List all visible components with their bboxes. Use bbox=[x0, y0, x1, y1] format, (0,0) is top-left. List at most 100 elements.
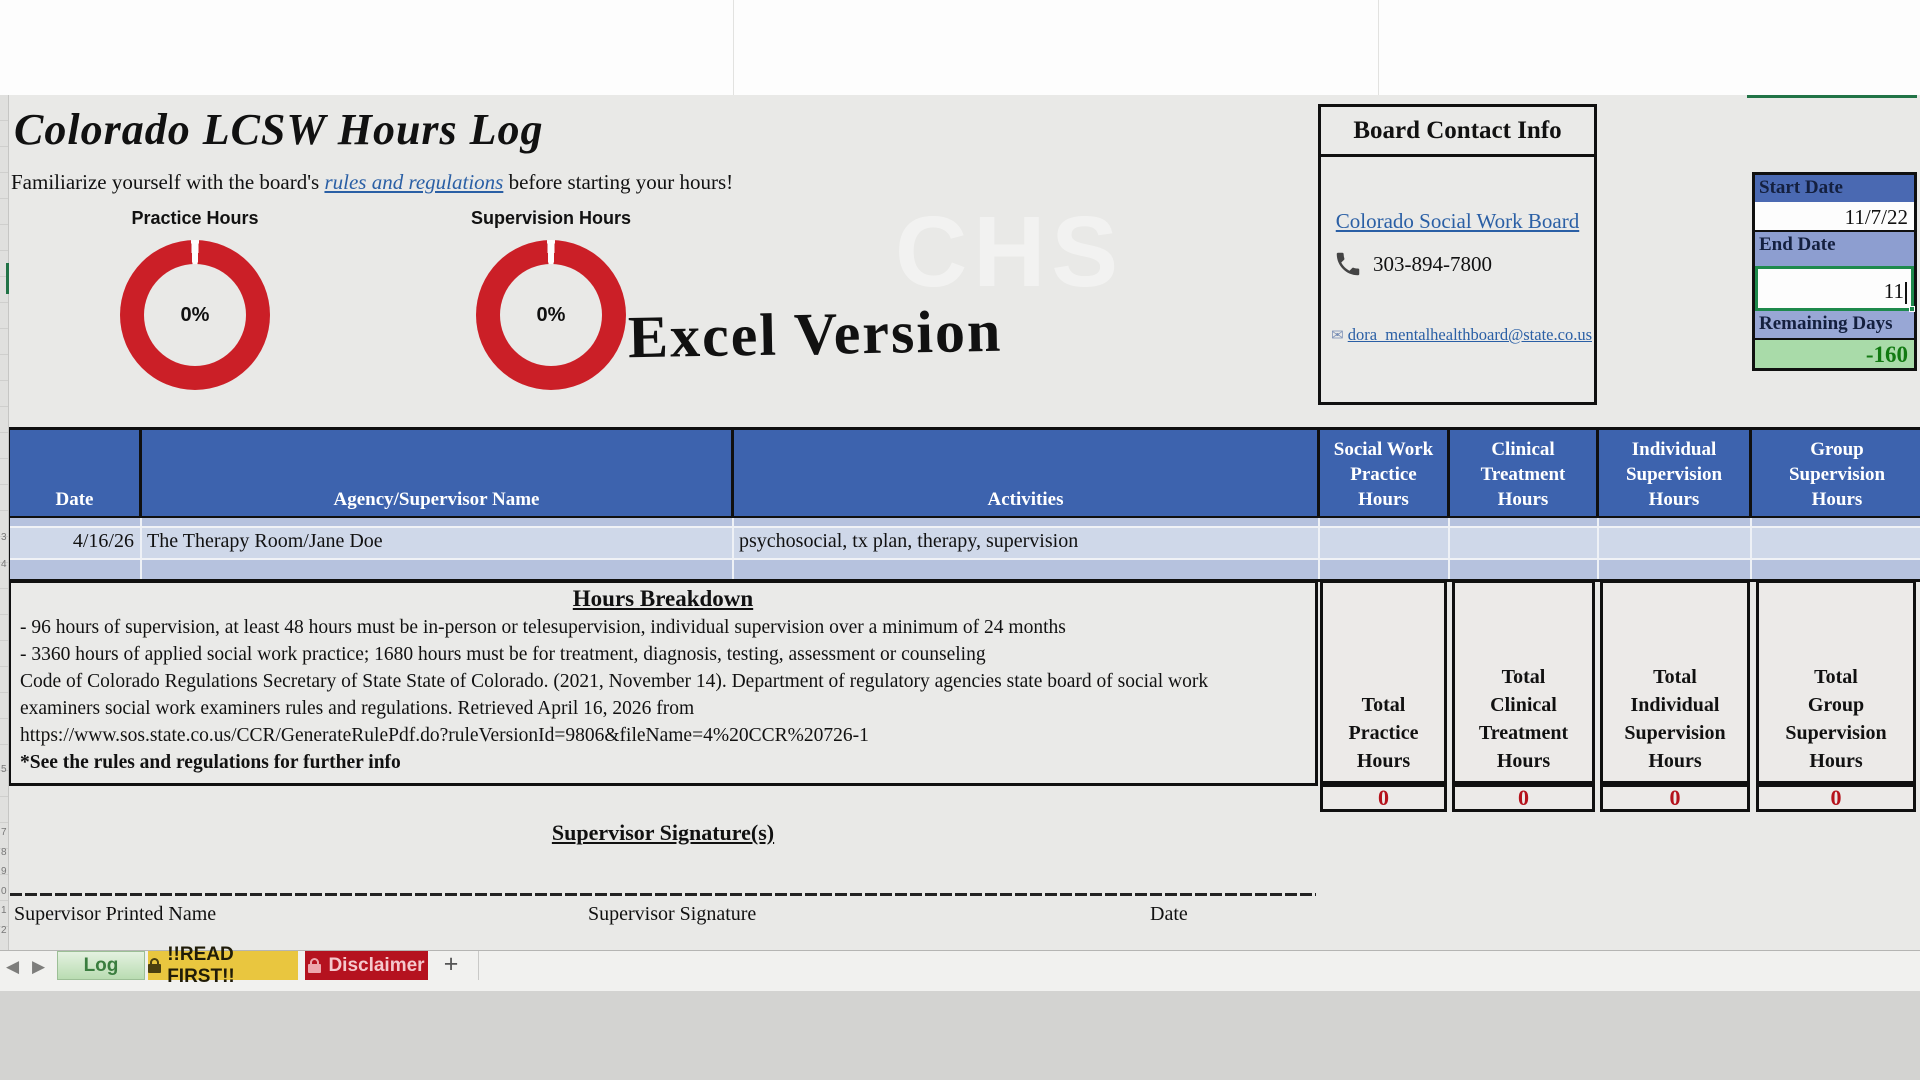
row-number: 0 bbox=[1, 886, 7, 897]
supervisor-signatures-title: Supervisor Signature(s) bbox=[8, 820, 1318, 846]
breakdown-line: https://www.sos.state.co.us/CCR/Generate… bbox=[20, 722, 1306, 749]
breakdown-note: *See the rules and regulations for furth… bbox=[20, 749, 1306, 776]
practice-hours-donut-chart: 0% bbox=[120, 240, 270, 390]
supervision-hours-chart-label: Supervision Hours bbox=[441, 208, 661, 229]
signature-label-date: Date bbox=[1150, 903, 1188, 926]
watermark-text: CHS bbox=[895, 195, 1124, 310]
selection-border-top bbox=[1747, 95, 1917, 98]
tab-disclaimer-label: Disclaimer bbox=[328, 955, 424, 977]
rules-regulations-link[interactable]: rules and regulations bbox=[324, 170, 503, 194]
row-number: 5 bbox=[1, 764, 7, 775]
start-date-cell[interactable]: 11/7/22 bbox=[1755, 202, 1914, 232]
row-number: 4 bbox=[1, 559, 7, 570]
tab-scroll-right-icon[interactable]: ▶ bbox=[32, 957, 45, 977]
phone-icon bbox=[1333, 249, 1363, 279]
tab-read-first[interactable]: !!READ FIRST!! bbox=[148, 951, 298, 980]
email-icon: ✉ bbox=[1331, 326, 1344, 345]
hours-log-table: Date Agency/Supervisor Name Activities S… bbox=[8, 427, 1920, 582]
breakdown-line: - 96 hours of supervision, at least 48 h… bbox=[20, 614, 1306, 641]
row-number: 9 bbox=[1, 866, 7, 877]
tab-read-first-label: !!READ FIRST!! bbox=[167, 944, 298, 988]
breakdown-line: Code of Colorado Regulations Secretary o… bbox=[20, 668, 1306, 695]
spreadsheet-window: 3 4 5 7 8 9 0 1 2 CHS Colorado LCSW Hour… bbox=[0, 0, 1920, 1080]
row-number: 3 bbox=[1, 532, 7, 543]
gridline bbox=[1378, 0, 1379, 95]
social-work-board-link[interactable]: Colorado Social Work Board bbox=[1321, 209, 1594, 234]
col-header-group-supervision: Group Supervision Hours bbox=[1752, 430, 1920, 516]
board-phone-number: 303-894-7800 bbox=[1373, 252, 1492, 277]
lock-icon bbox=[148, 958, 160, 973]
tab-log-label: Log bbox=[84, 955, 119, 977]
intro-prefix: Familiarize yourself with the board's bbox=[11, 170, 324, 194]
cell-ct-hours[interactable] bbox=[1450, 528, 1599, 558]
total-clinical-hours-label: Total Clinical Treatment Hours bbox=[1452, 580, 1595, 784]
cell-agency[interactable]: The Therapy Room/Jane Doe bbox=[142, 528, 734, 558]
board-contact-box: Board Contact Info Colorado Social Work … bbox=[1318, 104, 1597, 405]
end-date-label: End Date bbox=[1755, 232, 1914, 266]
page-title: Colorado LCSW Hours Log bbox=[14, 104, 544, 155]
hours-breakdown-title: Hours Breakdown bbox=[20, 586, 1306, 612]
practice-hours-percent: 0% bbox=[144, 264, 246, 366]
col-header-sw-practice: Social Work Practice Hours bbox=[1320, 430, 1450, 516]
signature-line bbox=[10, 893, 1316, 896]
table-header-row: Date Agency/Supervisor Name Activities S… bbox=[10, 430, 1920, 518]
table-row[interactable] bbox=[10, 518, 1920, 528]
tab-disclaimer[interactable]: Disclaimer bbox=[305, 951, 428, 980]
col-header-date: Date bbox=[10, 430, 142, 516]
table-row: 4/16/26 The Therapy Room/Jane Doe psycho… bbox=[10, 528, 1920, 558]
col-header-clinical: Clinical Treatment Hours bbox=[1450, 430, 1599, 516]
window-bottom-area bbox=[0, 991, 1920, 1080]
total-group-supervision-label: Total Group Supervision Hours bbox=[1756, 580, 1916, 784]
practice-hours-chart-label: Practice Hours bbox=[85, 208, 305, 229]
add-sheet-button[interactable]: + bbox=[437, 951, 465, 980]
table-row[interactable] bbox=[10, 558, 1920, 579]
board-email-link[interactable]: dora_mentalhealthboard@state.co.us bbox=[1348, 325, 1592, 345]
intro-suffix: before starting your hours! bbox=[503, 170, 733, 194]
row-number: 1 bbox=[1, 905, 7, 916]
supervision-hours-percent: 0% bbox=[500, 264, 602, 366]
tab-log[interactable]: Log bbox=[57, 951, 145, 980]
row-number: 7 bbox=[1, 827, 7, 838]
cell-activities[interactable]: psychosocial, tx plan, therapy, supervis… bbox=[734, 528, 1320, 558]
board-email-row: ✉ dora_mentalhealthboard@state.co.us bbox=[1331, 325, 1592, 345]
board-contact-title: Board Contact Info bbox=[1321, 107, 1594, 157]
total-practice-hours-value: 0 bbox=[1320, 784, 1447, 812]
end-date-value: 11 bbox=[1884, 279, 1904, 304]
end-date-cell[interactable]: 11 bbox=[1755, 266, 1914, 311]
tab-scroll-left-icon[interactable]: ◀ bbox=[6, 957, 19, 977]
remaining-days-cell: -160 bbox=[1755, 338, 1914, 368]
total-individual-supervision-value: 0 bbox=[1600, 784, 1750, 812]
fill-handle[interactable] bbox=[1909, 306, 1915, 312]
total-individual-supervision-label: Total Individual Supervision Hours bbox=[1600, 580, 1750, 784]
col-header-individual-supervision: Individual Supervision Hours bbox=[1599, 430, 1752, 516]
row-number: 2 bbox=[1, 925, 7, 936]
signature-label-signature: Supervisor Signature bbox=[588, 903, 756, 926]
hours-breakdown-box: Hours Breakdown - 96 hours of supervisio… bbox=[8, 580, 1318, 786]
cell-sw-hours[interactable] bbox=[1320, 528, 1450, 558]
total-group-supervision-value: 0 bbox=[1756, 784, 1916, 812]
gridline bbox=[733, 0, 734, 95]
dates-box: Start Date 11/7/22 End Date 11 Remaining… bbox=[1752, 172, 1917, 371]
supervision-hours-donut-chart: 0% bbox=[476, 240, 626, 390]
tab-separator bbox=[478, 951, 479, 980]
cell-is-hours[interactable] bbox=[1599, 528, 1752, 558]
breakdown-line: - 3360 hours of applied social work prac… bbox=[20, 641, 1306, 668]
start-date-label: Start Date bbox=[1755, 175, 1914, 202]
intro-text: Familiarize yourself with the board's ru… bbox=[11, 170, 733, 195]
selection-indicator bbox=[6, 263, 9, 294]
total-clinical-hours-value: 0 bbox=[1452, 784, 1595, 812]
remaining-days-label: Remaining Days bbox=[1755, 311, 1914, 338]
col-header-agency: Agency/Supervisor Name bbox=[142, 430, 734, 516]
total-practice-hours-label: Total Practice Hours bbox=[1320, 580, 1447, 784]
cell-gs-hours[interactable] bbox=[1752, 528, 1920, 558]
text-cursor bbox=[1905, 282, 1907, 304]
cell-date[interactable]: 4/16/26 bbox=[10, 528, 142, 558]
row-header-strip bbox=[0, 95, 9, 950]
signature-label-printed-name: Supervisor Printed Name bbox=[14, 903, 216, 926]
lock-icon bbox=[308, 958, 321, 973]
excel-version-label: Excel Version bbox=[627, 297, 1002, 373]
board-phone-row: 303-894-7800 bbox=[1333, 249, 1492, 279]
row-number: 8 bbox=[1, 847, 7, 858]
col-header-activities: Activities bbox=[734, 430, 1320, 516]
breakdown-line: examiners social work examiners rules an… bbox=[20, 695, 1306, 722]
